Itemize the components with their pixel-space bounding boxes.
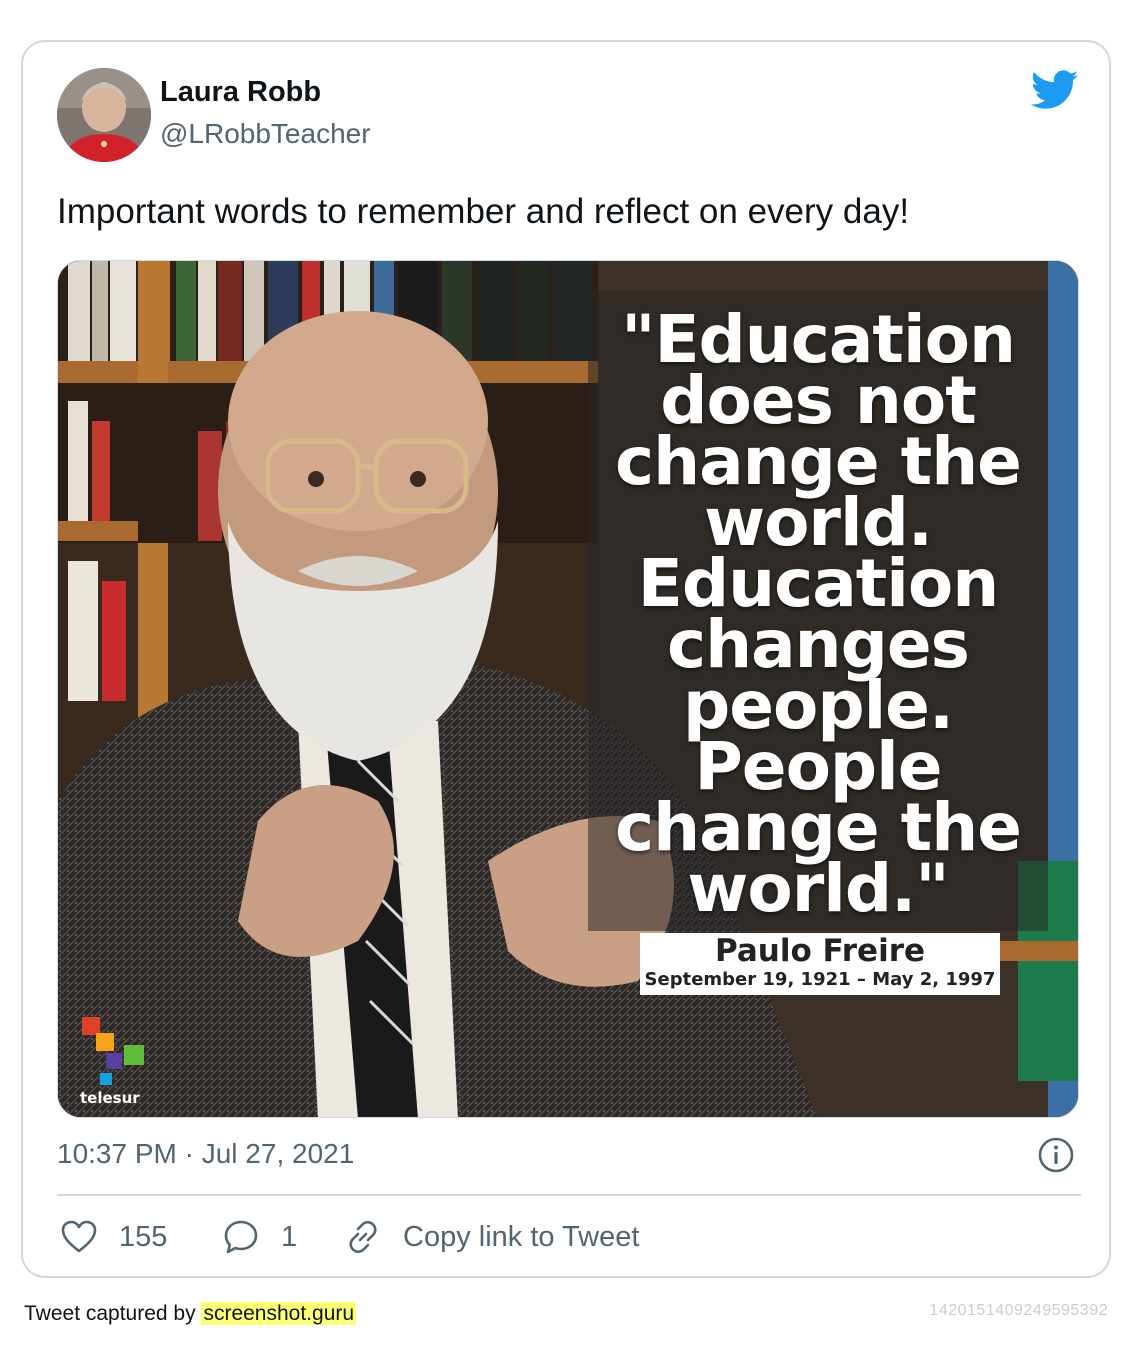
tweet-timestamp[interactable]: 10:37 PM · Jul 27, 2021 xyxy=(57,1138,354,1170)
capture-credit-text: Tweet captured by xyxy=(24,1302,196,1325)
quote-line: world. xyxy=(704,484,933,561)
quote-line: change the xyxy=(615,423,1022,500)
reply-button[interactable]: 1 xyxy=(223,1212,297,1262)
quote-line: People xyxy=(694,728,942,805)
tweet-media-image[interactable]: "Education does not change the world. Ed… xyxy=(57,260,1079,1118)
heart-icon xyxy=(61,1220,97,1253)
tweet-actions: 155 1 Copy link to Tweet xyxy=(57,1212,1081,1262)
divider xyxy=(57,1194,1081,1196)
attribution-dates: September 19, 1921 – May 2, 1997 xyxy=(644,969,996,990)
quote-line: change the xyxy=(615,789,1022,866)
like-button[interactable]: 155 xyxy=(61,1212,167,1262)
tweet-text: Important words to remember and reflect … xyxy=(57,192,910,231)
author-avatar[interactable] xyxy=(57,68,151,162)
copy-link-label: Copy link to Tweet xyxy=(403,1220,640,1253)
reply-icon xyxy=(224,1220,258,1254)
tweet-card: Laura Robb @LRobbTeacher Important words… xyxy=(21,40,1111,1278)
quote-line: does not xyxy=(660,362,977,439)
twitter-bird-icon[interactable] xyxy=(1030,70,1079,112)
telesur-logo: telesur xyxy=(80,1089,140,1107)
quote-line: Education xyxy=(637,545,999,622)
quote-text: "Education does not change the world. Ed… xyxy=(588,301,1048,927)
copy-link-button[interactable]: Copy link to Tweet xyxy=(345,1212,639,1262)
info-icon[interactable] xyxy=(1037,1136,1075,1174)
attribution-name: Paulo Freire xyxy=(714,933,926,969)
author-name[interactable]: Laura Robb xyxy=(160,76,321,109)
quote-line: world." xyxy=(687,850,949,927)
tweet-id: 1420151409249595392 xyxy=(929,1302,1108,1319)
capture-site-link[interactable]: screenshot.guru xyxy=(201,1302,357,1325)
author-handle[interactable]: @LRobbTeacher xyxy=(160,118,371,150)
like-count: 155 xyxy=(119,1220,168,1253)
reply-count: 1 xyxy=(281,1220,298,1253)
quote-line: changes xyxy=(667,606,970,683)
capture-credit: Tweet captured by screenshot.guru xyxy=(24,1302,357,1326)
quote-line: "Education xyxy=(621,301,1016,378)
attribution-box: Paulo Freire September 19, 1921 – May 2,… xyxy=(640,933,1000,995)
quote-line: people. xyxy=(682,667,954,744)
link-icon xyxy=(349,1220,377,1254)
